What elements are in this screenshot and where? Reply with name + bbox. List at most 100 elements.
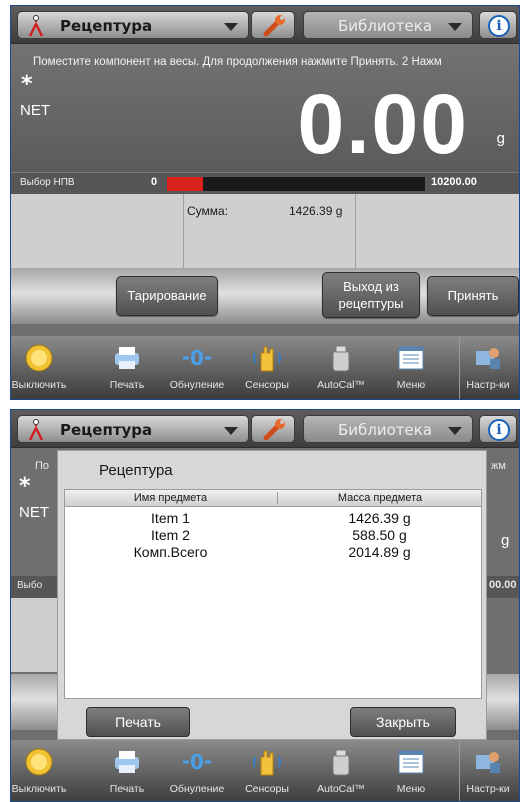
library-label: Библиотека <box>338 17 433 35</box>
application-mode-dropdown[interactable]: Рецептура <box>17 11 249 39</box>
icon-label: Печать <box>109 379 145 391</box>
user-settings-button[interactable]: Настр-ки <box>459 740 515 801</box>
capacity-min: 0 <box>151 176 158 188</box>
library-dropdown[interactable]: Библиотека <box>303 11 473 39</box>
function-icon-bar: Выключить Печать 0 Обнуление Сенсоры Aut… <box>11 740 519 801</box>
user-settings-button[interactable]: Настр-ки <box>459 336 515 399</box>
wrench-icon <box>263 419 285 441</box>
sensors-button[interactable]: Сенсоры <box>239 336 295 399</box>
app-setup-button[interactable] <box>251 415 295 443</box>
item-name: Комп.Всего <box>133 544 208 560</box>
printer-icon <box>115 751 139 773</box>
recipe-dialog: Рецептура Имя предмета Масса предмета It… <box>57 450 487 740</box>
zero-button[interactable]: 0 Обнуление <box>169 336 225 399</box>
column-header-mass: Масса предмета <box>277 492 482 504</box>
icon-label: Настр-ки <box>466 379 510 391</box>
tare-button[interactable]: Тарирование <box>116 276 218 316</box>
exit-recipe-button[interactable]: Выход из рецептуры <box>322 272 420 318</box>
table-header: Имя предмета Масса предмета <box>65 490 481 507</box>
chevron-down-icon <box>448 427 462 435</box>
library-label: Библиотека <box>338 421 433 439</box>
info-icon: i <box>488 419 510 441</box>
capacity-track <box>167 177 425 191</box>
table-row[interactable]: Item 1 1426.39 g <box>65 510 481 527</box>
scale-screen-recipe-dialog: Рецептура Библиотека i По жм * NET g Выб… <box>10 409 520 802</box>
scale-screen-main: Рецептура Библиотека i Поместите компоне… <box>10 5 520 400</box>
info-button[interactable]: i <box>479 415 517 443</box>
icon-label: Сенсоры <box>245 379 289 391</box>
item-mass: 588.50 g <box>352 527 407 543</box>
user-settings-icon <box>476 752 500 773</box>
print-button[interactable]: Печать <box>86 707 190 737</box>
function-icon-bar: Выключить Печать 0 Обнуление Сенсоры Aut… <box>11 336 519 399</box>
icon-label: Выключить <box>11 783 67 795</box>
printer-icon <box>115 347 139 369</box>
icon-label: Обнуление <box>169 379 225 391</box>
capacity-bar: Выбор НПВ 0 10200.00 <box>11 172 519 194</box>
dialog-title: Рецептура <box>99 462 173 479</box>
icon-label: AutoCal™ <box>317 783 365 795</box>
icon-label: Обнуление <box>169 783 225 795</box>
mode-label: Рецептура <box>60 421 153 439</box>
menu-button[interactable]: Меню <box>383 336 439 399</box>
action-strip: Тарирование Выход из рецептуры Принять <box>11 268 519 324</box>
info-area-fragment <box>11 598 57 672</box>
info-icon: i <box>488 15 510 37</box>
accept-button[interactable]: Принять <box>427 276 519 316</box>
top-bar: Рецептура Библиотека i <box>11 6 519 44</box>
hand-sensor-icon <box>253 750 281 776</box>
item-mass: 1426.39 g <box>348 510 411 526</box>
capacity-max: 00.00 <box>489 579 517 591</box>
weight-reading: 0.00 <box>297 77 469 171</box>
stability-indicator: * <box>19 474 31 499</box>
item-name: Item 1 <box>151 510 190 526</box>
stability-indicator: * <box>21 72 33 97</box>
svg-text:0: 0 <box>190 750 204 774</box>
icon-label: Печать <box>109 783 145 795</box>
icon-label: AutoCal™ <box>317 379 365 391</box>
library-dropdown[interactable]: Библиотека <box>303 415 473 443</box>
recipe-mode-icon <box>28 419 44 441</box>
table-row[interactable]: Комп.Всего 2014.89 g <box>65 544 481 561</box>
sum-label: Сумма: <box>187 204 229 218</box>
table-row[interactable]: Item 2 588.50 g <box>65 527 481 544</box>
print-button[interactable]: Печать <box>99 336 155 399</box>
zero-button[interactable]: 0 Обнуление <box>169 740 225 801</box>
svg-text:0: 0 <box>190 346 204 370</box>
capacity-max: 10200.00 <box>431 176 477 188</box>
weight-unit: g <box>496 130 505 147</box>
power-off-button[interactable]: Выключить <box>11 740 67 801</box>
capacity-fill <box>167 177 204 191</box>
autocal-button[interactable]: AutoCal™ <box>313 336 369 399</box>
net-label: NET <box>19 504 49 521</box>
wrench-icon <box>263 15 285 37</box>
reference-info-area: Сумма: 1426.39 g <box>11 194 519 268</box>
chevron-down-icon <box>448 23 462 31</box>
chevron-down-icon <box>224 427 238 435</box>
weight-unit: g <box>501 532 510 549</box>
print-button[interactable]: Печать <box>99 740 155 801</box>
close-button[interactable]: Закрыть <box>350 707 456 737</box>
icon-label: Выключить <box>11 379 67 391</box>
weight-icon <box>332 345 350 372</box>
exit-line1: Выход из <box>343 279 399 294</box>
recipe-table: Имя предмета Масса предмета Item 1 1426.… <box>64 489 482 699</box>
menu-button[interactable]: Меню <box>383 740 439 801</box>
icon-label: Меню <box>396 783 426 795</box>
icon-label: Сенсоры <box>245 783 289 795</box>
icon-label: Меню <box>396 379 426 391</box>
prompt-fragment: По <box>35 460 50 472</box>
weighing-display: Поместите компонент на весы. Для продолж… <box>11 44 519 172</box>
app-setup-button[interactable] <box>251 11 295 39</box>
sensors-button[interactable]: Сенсоры <box>239 740 295 801</box>
prompt-fragment: жм <box>491 460 506 472</box>
icon-label: Настр-ки <box>466 783 510 795</box>
net-label: NET <box>20 102 50 119</box>
autocal-button[interactable]: AutoCal™ <box>313 740 369 801</box>
hand-sensor-icon <box>253 346 281 372</box>
application-mode-dropdown[interactable]: Рецептура <box>17 415 249 443</box>
info-button[interactable]: i <box>479 11 517 39</box>
chevron-down-icon <box>224 23 238 31</box>
item-name: Item 2 <box>151 527 190 543</box>
power-off-button[interactable]: Выключить <box>11 336 67 399</box>
